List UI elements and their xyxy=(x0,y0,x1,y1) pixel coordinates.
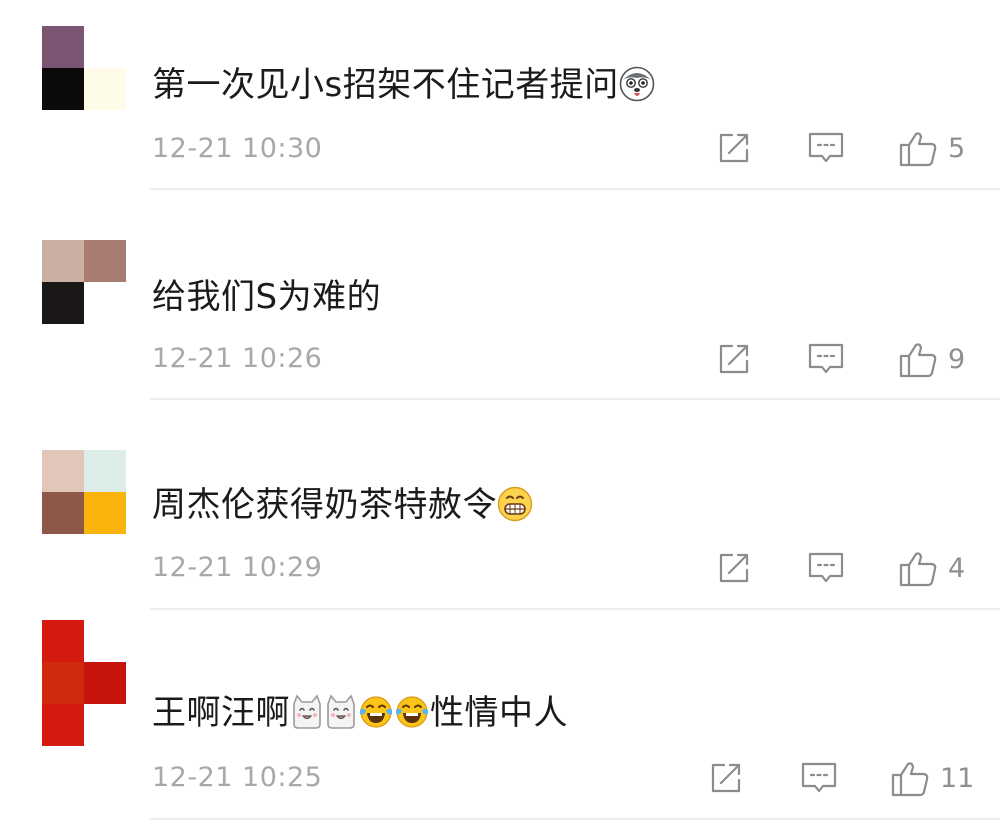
share-icon xyxy=(719,344,749,374)
avatar-pixel xyxy=(42,662,84,704)
thumbs-up-icon xyxy=(891,762,929,797)
avatar[interactable] xyxy=(42,26,126,110)
comment-item: 周杰伦获得奶茶特赦令 12-21 10:29 4 xyxy=(0,420,1000,630)
comment-timestamp: 12-21 10:25 xyxy=(152,762,323,793)
share-icon xyxy=(711,763,741,793)
divider xyxy=(150,608,1000,610)
comment-text-content: 性情中人 xyxy=(430,693,568,733)
avatar[interactable] xyxy=(42,450,126,534)
avatar-pixel xyxy=(42,492,84,534)
share-button[interactable] xyxy=(716,130,752,166)
thumbs-up-icon xyxy=(899,132,937,167)
share-button[interactable] xyxy=(716,550,752,586)
comment-timestamp: 12-21 10:30 xyxy=(152,133,323,164)
comment-icon xyxy=(808,132,844,163)
avatar-pixel xyxy=(84,240,126,282)
comment-icon xyxy=(801,762,837,793)
tears-of-joy-emoji-icon xyxy=(394,694,430,742)
avatar-pixel xyxy=(84,26,126,68)
avatar-pixel xyxy=(84,704,126,746)
tears-of-joy-emoji-icon xyxy=(358,694,394,742)
avatar-pixel xyxy=(42,282,84,324)
share-icon xyxy=(719,133,749,163)
thumbs-up-icon xyxy=(899,343,937,378)
avatar-pixel xyxy=(84,620,126,662)
avatar-pixel xyxy=(42,240,84,282)
avatar-pixel xyxy=(42,620,84,662)
avatar-pixel xyxy=(42,68,84,110)
comment-text: 给我们S为难的 xyxy=(152,274,381,320)
share-button[interactable] xyxy=(716,341,752,377)
comment-item: 第一次见小s招架不住记者提问 12-21 10:30 5 xyxy=(0,0,1000,210)
reply-button[interactable] xyxy=(800,760,838,796)
comment-text-content: 周杰伦获得奶茶特赦令 xyxy=(152,485,497,525)
comment-item: 给我们S为难的 12-21 10:26 9 xyxy=(0,210,1000,420)
like-button[interactable]: 5 xyxy=(898,130,965,168)
grin-emoji-icon xyxy=(497,486,533,534)
reply-button[interactable] xyxy=(807,130,845,166)
avatar-pixel xyxy=(42,450,84,492)
avatar-pixel xyxy=(84,68,126,110)
avatar[interactable] xyxy=(42,620,126,746)
comment-text-content: 第一次见小s招架不住记者提问 xyxy=(152,65,619,105)
like-count: 4 xyxy=(948,553,966,584)
like-button[interactable]: 4 xyxy=(898,550,965,588)
comment-text-content: 给我们S为难的 xyxy=(152,277,382,317)
thumbs-up-icon xyxy=(899,552,937,587)
husky-emoji-icon xyxy=(619,66,655,114)
comment-text: 第一次见小s招架不住记者提问 xyxy=(152,62,655,114)
avatar-pixel xyxy=(84,492,126,534)
comment-item: 王啊汪啊 性情中人 12-21 10:25 11 xyxy=(0,620,1000,830)
comment-text: 周杰伦获得奶茶特赦令 xyxy=(152,482,533,534)
like-count: 9 xyxy=(948,344,966,375)
divider xyxy=(150,398,1000,400)
avatar-pixel xyxy=(84,662,126,704)
cat-emoji-icon xyxy=(324,694,358,742)
comment-icon xyxy=(808,552,844,583)
share-icon xyxy=(719,553,749,583)
like-button[interactable]: 11 xyxy=(890,760,974,798)
divider xyxy=(150,188,1000,190)
like-button[interactable]: 9 xyxy=(898,341,965,379)
comment-text: 王啊汪啊 性情中人 xyxy=(152,690,568,742)
like-count: 5 xyxy=(948,133,966,164)
share-button[interactable] xyxy=(708,760,744,796)
divider xyxy=(150,818,1000,820)
avatar-pixel xyxy=(42,26,84,68)
cat-emoji-icon xyxy=(290,694,324,742)
avatar-pixel xyxy=(84,450,126,492)
reply-button[interactable] xyxy=(807,341,845,377)
comment-timestamp: 12-21 10:29 xyxy=(152,552,323,583)
comment-timestamp: 12-21 10:26 xyxy=(152,343,323,374)
comment-text-content: 王啊汪啊 xyxy=(152,693,290,733)
reply-button[interactable] xyxy=(807,550,845,586)
avatar[interactable] xyxy=(42,240,126,324)
avatar-pixel xyxy=(42,704,84,746)
comment-icon xyxy=(808,343,844,374)
like-count: 11 xyxy=(940,763,975,794)
avatar-pixel xyxy=(84,282,126,324)
